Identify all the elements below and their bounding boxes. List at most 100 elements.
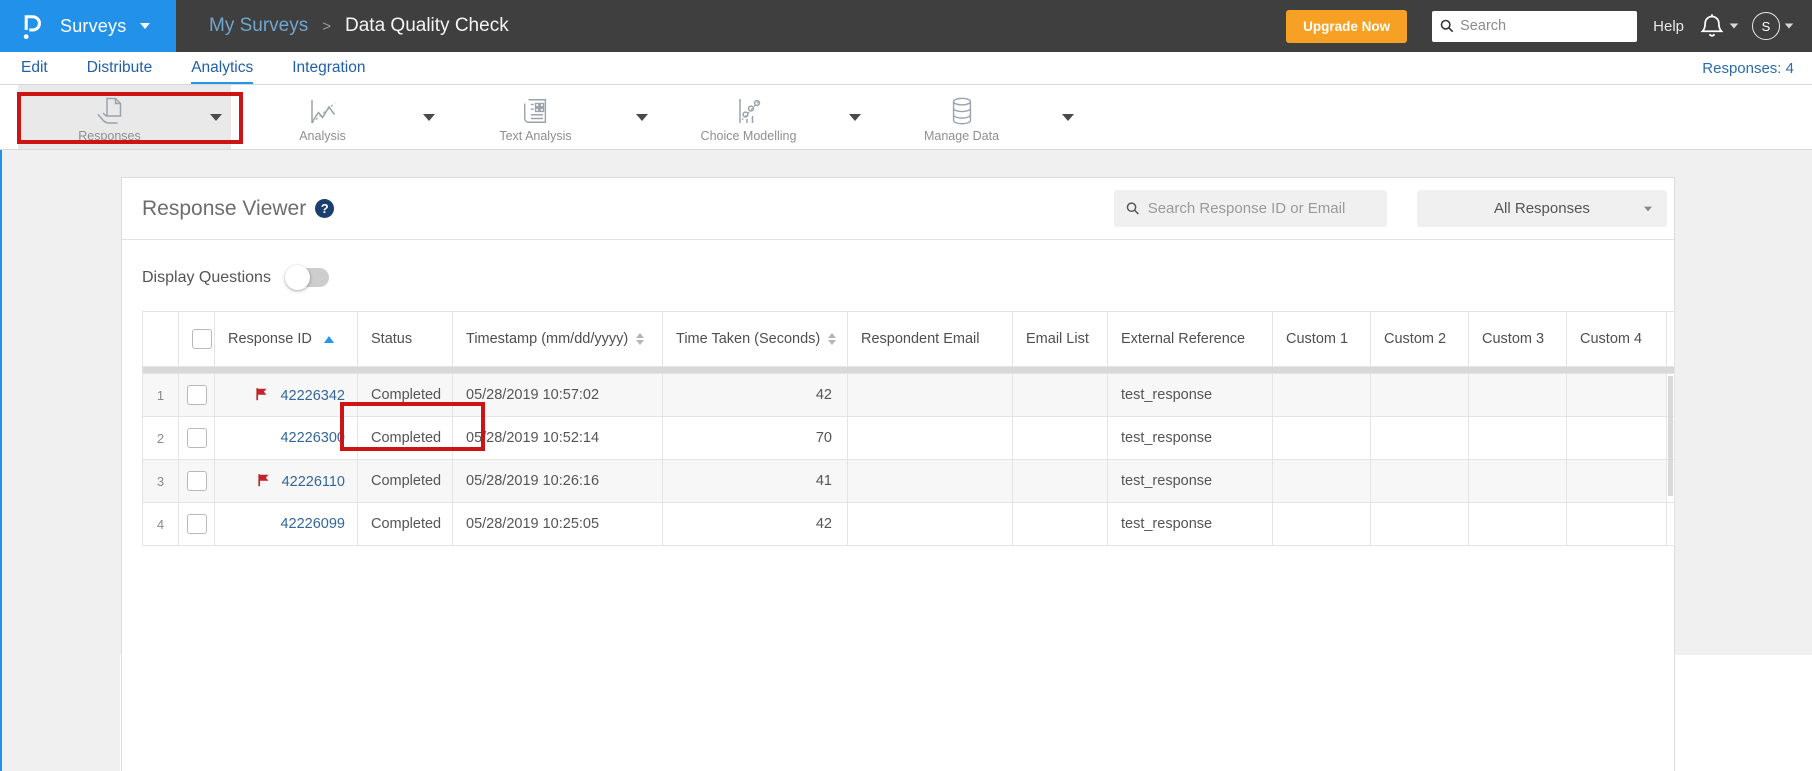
breadcrumb-my-surveys[interactable]: My Surveys: [209, 15, 308, 37]
toolbar-label: Analysis: [299, 128, 346, 143]
caret-down-icon: [849, 113, 861, 121]
tab-analytics[interactable]: Analytics: [191, 52, 254, 84]
horizontal-scrollbar: [142, 366, 1675, 374]
tab-distribute[interactable]: Distribute: [87, 52, 152, 84]
timestamp-cell: 05/28/2019 10:57:02: [452, 373, 663, 417]
col-time-taken[interactable]: Time Taken (Seconds): [662, 311, 848, 367]
row-select-cell: [178, 502, 215, 546]
analytics-toolbar: Responses Analysis Text Analysis Choice …: [0, 85, 1812, 150]
global-search-box[interactable]: [1432, 10, 1638, 42]
custom4-cell: [1566, 502, 1667, 546]
row-checkbox[interactable]: [186, 514, 207, 534]
response-viewer-header: Response Viewer ? All Responses: [122, 178, 1674, 240]
help-link[interactable]: Help: [1653, 18, 1684, 35]
response-search-input[interactable]: [1147, 200, 1375, 217]
timestamp-cell: 05/28/2019 10:52:14: [452, 416, 663, 460]
timestamp-cell: 05/28/2019 10:26:16: [452, 459, 663, 503]
response-id-link[interactable]: 42226110: [282, 474, 345, 490]
response-id-link[interactable]: 42226099: [280, 516, 345, 532]
survey-responses-icon: [96, 97, 121, 124]
email-list-cell: [1012, 373, 1108, 417]
row-select-cell: [178, 416, 215, 460]
surveys-product-menu[interactable]: Surveys: [0, 0, 176, 52]
row-checkbox[interactable]: [186, 385, 207, 405]
tab-edit[interactable]: Edit: [21, 52, 48, 84]
global-search-input[interactable]: [1460, 18, 1630, 34]
toolbar-label: Choice Modelling: [700, 128, 797, 143]
responses-dropdown-caret[interactable]: [201, 85, 231, 149]
notifications-menu[interactable]: [1700, 13, 1739, 39]
main-content: Response Viewer ? All Responses Display …: [0, 150, 1812, 771]
flag-icon: [255, 387, 269, 405]
col-scroll-gutter: [1666, 311, 1675, 367]
toolbar-label: Manage Data: [923, 128, 1000, 143]
display-questions-row: Display Questions: [142, 265, 1674, 290]
response-id-link[interactable]: 42226342: [280, 388, 345, 404]
custom3-cell: [1468, 416, 1567, 460]
display-questions-label: Display Questions: [142, 268, 271, 286]
custom2-cell: [1370, 459, 1469, 503]
response-viewer-body: Display Questions Response ID Status Tim…: [122, 265, 1675, 546]
left-gutter: [0, 150, 120, 771]
horizontal-scrollbar-thumb[interactable]: [142, 366, 1675, 374]
col-response-id[interactable]: Response ID: [214, 311, 358, 367]
status-cell: Completed: [357, 459, 453, 503]
row-select-cell: [178, 459, 215, 503]
analysis-dropdown-caret[interactable]: [414, 85, 444, 149]
choice-modelling-toolbar-button[interactable]: Choice Modelling: [657, 85, 840, 149]
custom3-cell: [1468, 459, 1567, 503]
col-external-reference: External Reference: [1107, 311, 1273, 367]
custom4-cell: [1566, 416, 1667, 460]
col-respondent-email: Respondent Email: [847, 311, 1013, 367]
toolbar-group-choice-modelling: Choice Modelling: [657, 85, 870, 149]
row-checkbox[interactable]: [186, 471, 207, 491]
custom1-cell: [1272, 416, 1371, 460]
search-icon: [1440, 19, 1454, 33]
product-menu-label: Surveys: [60, 15, 127, 36]
custom4-cell: [1566, 373, 1667, 417]
col-custom-2: Custom 2: [1370, 311, 1469, 367]
response-search-box[interactable]: [1114, 190, 1387, 227]
upgrade-now-button[interactable]: Upgrade Now: [1286, 9, 1408, 43]
avatar: S: [1752, 12, 1780, 40]
custom2-cell: [1370, 373, 1469, 417]
choice-modelling-dropdown-caret[interactable]: [840, 85, 870, 149]
col-custom-1: Custom 1: [1272, 311, 1371, 367]
questionpro-logo: [23, 14, 41, 39]
timestamp-cell: 05/28/2019 10:25:05: [452, 502, 663, 546]
custom3-cell: [1468, 502, 1567, 546]
row-number: 2: [142, 416, 179, 460]
custom4-cell: [1566, 459, 1667, 503]
status-cell: Completed: [357, 373, 453, 417]
text-analysis-toolbar-button[interactable]: Text Analysis: [444, 85, 627, 149]
display-questions-toggle[interactable]: [284, 265, 329, 290]
tab-integration[interactable]: Integration: [292, 52, 365, 84]
sort-both-icon: [828, 333, 837, 346]
col-timestamp[interactable]: Timestamp (mm/dd/yyyy): [452, 311, 663, 367]
toolbar-label: Responses: [78, 128, 141, 143]
top-header: Surveys My Surveys > Data Quality Check …: [0, 0, 1812, 52]
newspaper-icon: [523, 98, 546, 123]
select-all-checkbox[interactable]: [192, 329, 212, 349]
col-custom-4: Custom 4: [1566, 311, 1667, 367]
user-account-menu[interactable]: S: [1752, 12, 1794, 40]
respondent-email-cell: [847, 416, 1013, 460]
help-icon[interactable]: ?: [315, 199, 335, 218]
analysis-toolbar-button[interactable]: Analysis: [231, 85, 414, 149]
responses-table-wrap: Response ID Status Timestamp (mm/dd/yyyy…: [142, 311, 1675, 546]
toolbar-group-responses: Responses: [18, 85, 231, 149]
text-analysis-dropdown-caret[interactable]: [627, 85, 657, 149]
vertical-scrollbar-thumb[interactable]: [1668, 376, 1673, 496]
sort-ascending-icon: [323, 336, 334, 343]
response-id-link[interactable]: 42226300: [280, 430, 345, 446]
row-number: 3: [142, 459, 179, 503]
col-row-number: [142, 311, 179, 367]
response-filter-dropdown[interactable]: All Responses: [1417, 190, 1667, 227]
row-checkbox[interactable]: [186, 428, 207, 448]
responses-count-label: Responses: 4: [1702, 59, 1794, 77]
responses-toolbar-button[interactable]: Responses: [18, 85, 201, 149]
manage-data-toolbar-button[interactable]: Manage Data: [870, 85, 1053, 149]
custom2-cell: [1370, 416, 1469, 460]
manage-data-dropdown-caret[interactable]: [1053, 85, 1083, 149]
external-reference-cell: test_response: [1107, 416, 1273, 460]
